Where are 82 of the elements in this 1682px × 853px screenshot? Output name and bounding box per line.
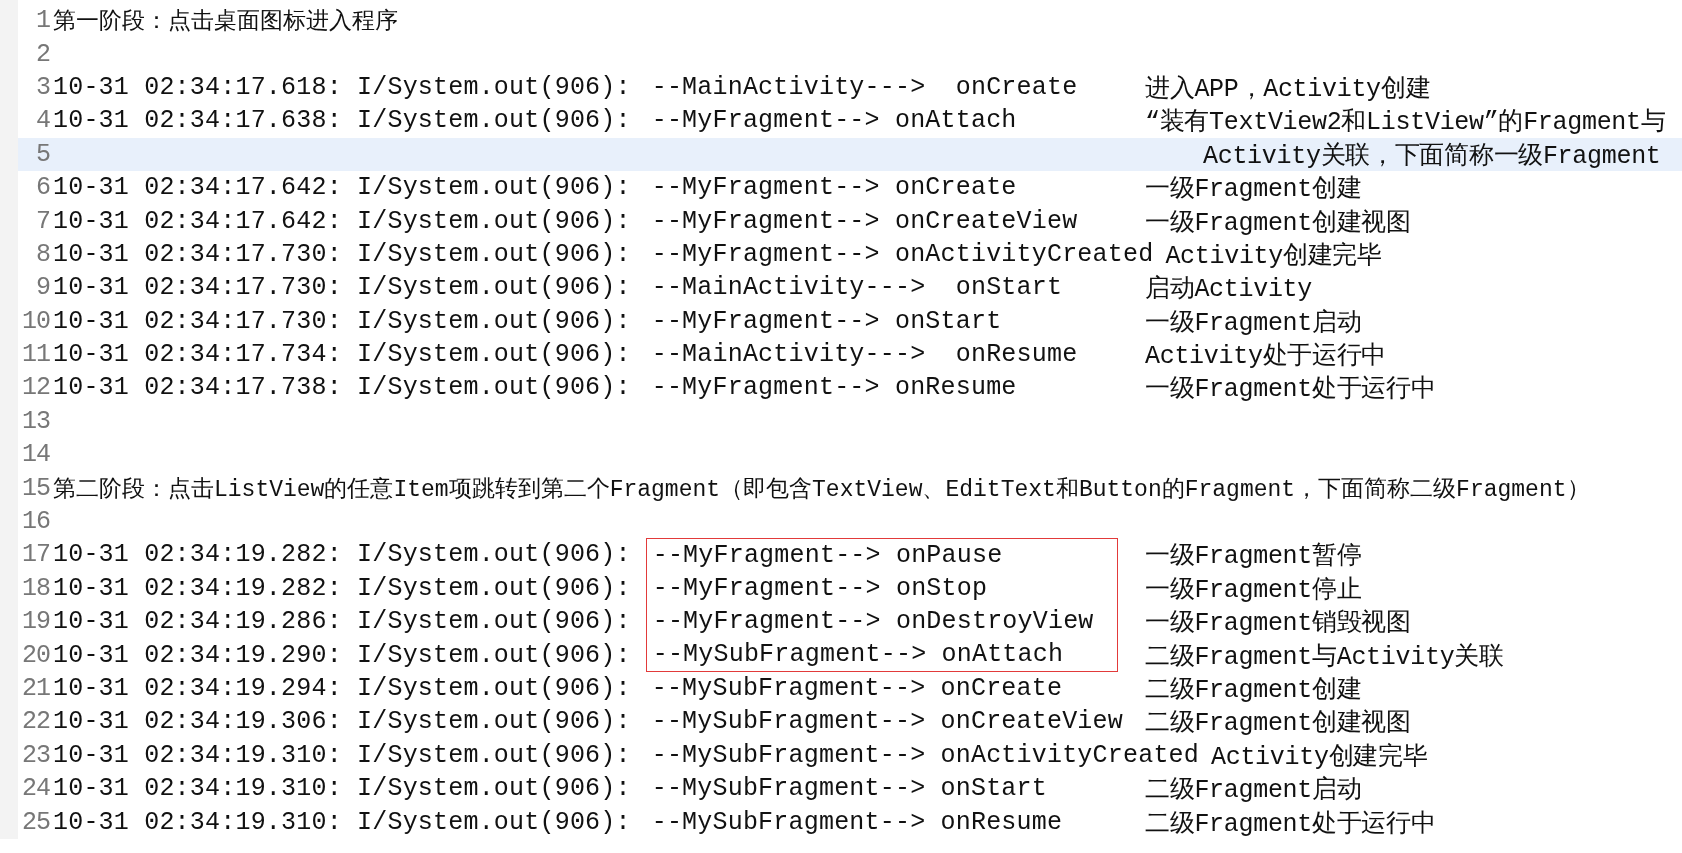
log-message: --MyFragment--> onResume — [650, 372, 1017, 405]
log-message: --MySubFragment--> onCreate — [650, 673, 1063, 705]
line-number: 7 — [35, 206, 50, 236]
line-number: 19 — [21, 607, 50, 637]
line-number: 9 — [35, 273, 50, 303]
log-prefix: 10-31 02:34:19.310: I/System.out(906): — [53, 774, 631, 804]
comment-text: 一级Fragment销毁视图 — [1145, 608, 1411, 639]
boxed-log-message: --MyFragment--> onStop — [645, 571, 1118, 606]
log-message: --MySubFragment--> onStart — [650, 773, 1047, 806]
line-number: 16 — [21, 507, 50, 537]
log-prefix: 10-31 02:34:17.738: I/System.out(906): — [53, 373, 631, 403]
line-number: 10 — [21, 306, 50, 336]
comment-text: 进入APP，Activity创建 — [1145, 73, 1431, 104]
comment-text: 一级Fragment停止 — [1145, 574, 1362, 605]
line-number: 2 — [35, 39, 50, 69]
comment-text: 二级Fragment与Activity关联 — [1145, 641, 1504, 672]
log-message: --MySubFragment--> onActivityCreated — [650, 739, 1199, 772]
line-number: 8 — [35, 239, 50, 269]
line-number: 3 — [35, 72, 50, 102]
log-prefix: 10-31 02:34:19.282: I/System.out(906): — [53, 573, 631, 603]
line-number: 14 — [21, 440, 50, 470]
log-message: --MainActivity---> onCreate — [650, 71, 1078, 104]
line-number: 25 — [21, 807, 50, 837]
comment-text: “装有TextView2和ListView”的Fragment与 — [1145, 107, 1666, 138]
comment-text: 一级Fragment暂停 — [1145, 541, 1362, 572]
line-number: 6 — [35, 173, 50, 203]
log-prefix: 10-31 02:34:17.730: I/System.out(906): — [53, 273, 631, 303]
log-prefix: 10-31 02:34:19.306: I/System.out(906): — [53, 707, 631, 737]
log-prefix: 10-31 02:34:19.310: I/System.out(906): — [53, 807, 631, 837]
line-number: 24 — [21, 774, 50, 804]
line-number: 22 — [21, 707, 50, 737]
comment-text: 一级Fragment处于运行中 — [1145, 374, 1436, 405]
log-message: --MySubFragment--> onCreateView — [650, 706, 1123, 739]
boxed-log-message: --MySubFragment--> onAttach — [645, 638, 1118, 672]
line-number: 5 — [35, 139, 50, 169]
comment-text: Activity创建完毕 — [1165, 240, 1382, 271]
line-number: 18 — [21, 573, 50, 603]
log-prefix: 10-31 02:34:17.618: I/System.out(906): — [53, 72, 631, 102]
comment-text: 二级Fragment创建视图 — [1145, 708, 1411, 739]
line-number: 17 — [21, 540, 50, 570]
log-message: --MainActivity---> onStart — [650, 272, 1063, 305]
log-prefix: 10-31 02:34:17.730: I/System.out(906): — [53, 239, 631, 269]
log-prefix: 10-31 02:34:19.310: I/System.out(906): — [53, 740, 631, 770]
line-number: 15 — [21, 473, 50, 503]
log-message: --MyFragment--> onCreateView — [650, 205, 1078, 238]
comment-text: Activity处于运行中 — [1145, 341, 1387, 372]
log-message: --MyFragment--> onActivityCreated — [650, 238, 1154, 271]
comment-text: 二级Fragment启动 — [1145, 775, 1362, 806]
log-prefix: 10-31 02:34:17.638: I/System.out(906): — [53, 106, 631, 136]
comment-text: 二级Fragment处于运行中 — [1145, 808, 1436, 839]
log-prefix: 10-31 02:34:17.642: I/System.out(906): — [53, 206, 631, 236]
comment-text: 一级Fragment启动 — [1145, 307, 1362, 338]
line-number: 1 — [35, 6, 50, 36]
line-number: 4 — [35, 106, 50, 136]
comment-text: 二级Fragment创建 — [1145, 675, 1362, 705]
boxed-log-message: --MyFragment--> onPause — [645, 538, 1118, 572]
log-message: --MyFragment--> onStart — [650, 305, 1002, 338]
line-number: 23 — [21, 740, 50, 770]
line-number: 13 — [21, 406, 50, 436]
log-prefix: 10-31 02:34:17.642: I/System.out(906): — [53, 173, 631, 203]
log-prefix: 10-31 02:34:17.734: I/System.out(906): — [53, 340, 631, 370]
line-number: 20 — [21, 640, 50, 670]
comment-text: Activity创建完毕 — [1211, 741, 1428, 772]
heading-text: 第一阶段：点击桌面图标进入程序 — [53, 7, 398, 37]
log-prefix: 10-31 02:34:19.294: I/System.out(906): — [53, 674, 631, 703]
line-number: 12 — [21, 373, 50, 403]
comment-text: 一级Fragment创建 — [1145, 174, 1362, 205]
line-number: 21 — [21, 674, 50, 703]
comment-text: Activity关联，下面简称一级Fragment — [1203, 140, 1661, 171]
log-prefix: 10-31 02:34:19.290: I/System.out(906): — [53, 640, 631, 670]
boxed-log-message: --MyFragment--> onDestroyView — [645, 605, 1118, 639]
log-message: --MyFragment--> onAttach — [650, 105, 1017, 138]
comment-text: 一级Fragment创建视图 — [1145, 207, 1411, 238]
comment-text: 启动Activity — [1145, 274, 1313, 305]
heading-text: 第二阶段：点击ListView的任意Item项跳转到第二个Fragment（即包含TextView、EditText和Button的Fragment，下面简称二级Fragment） — [53, 475, 1590, 504]
log-message: --MainActivity---> onResume — [650, 339, 1078, 372]
log-prefix: 10-31 02:34:17.730: I/System.out(906): — [53, 306, 631, 336]
line-number: 11 — [21, 340, 50, 370]
log-prefix: 10-31 02:34:19.282: I/System.out(906): — [53, 540, 631, 570]
log-prefix: 10-31 02:34:19.286: I/System.out(906): — [53, 607, 631, 637]
log-message: --MyFragment--> onCreate — [650, 172, 1017, 205]
log-message: --MySubFragment--> onResume — [650, 806, 1063, 839]
